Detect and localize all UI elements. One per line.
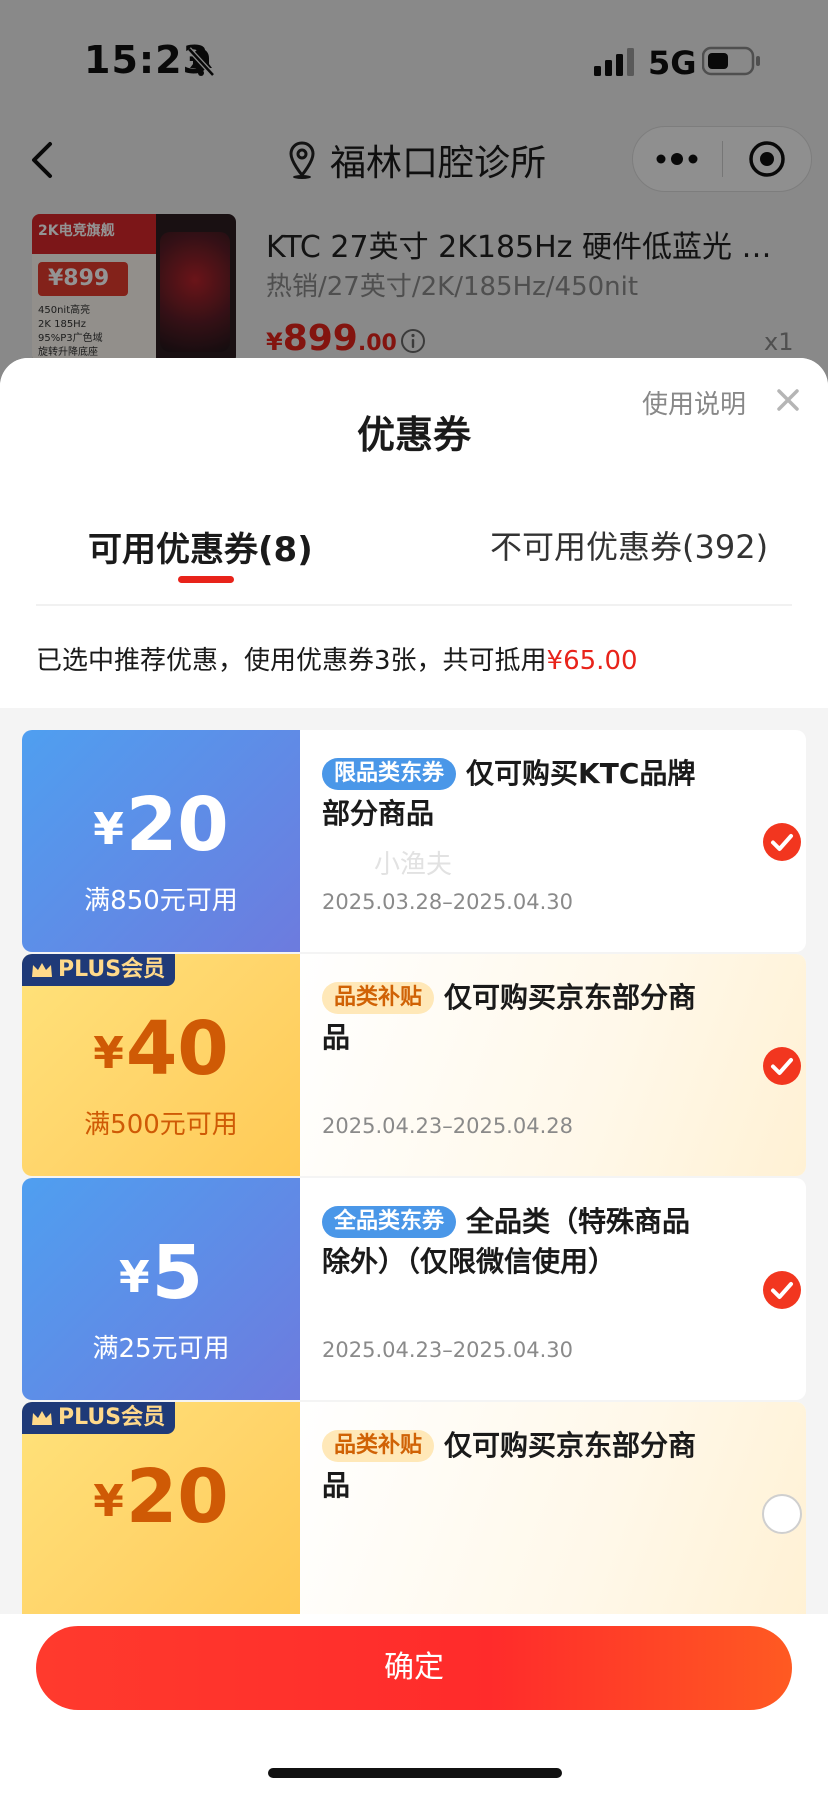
coupon-tag: 品类补贴 <box>322 1430 435 1462</box>
coupon-currency: ¥ <box>93 804 124 855</box>
coupon-amount: ¥20 <box>22 782 300 868</box>
coupon-description: 品类补贴 仅可购买京东部分商品 <box>322 1426 712 1506</box>
coupon-currency: ¥ <box>118 1252 150 1303</box>
coupon-sheet: 优惠券 使用说明 可用优惠券(8) 不可用优惠券(392) 已选中推荐优惠，使用… <box>0 358 828 1796</box>
help-link[interactable]: 使用说明 <box>642 384 746 421</box>
summary-text: 已选中推荐优惠，使用优惠券3张，共可抵用 <box>36 646 547 676</box>
coupon-amount-value: 20 <box>125 782 229 868</box>
tab-available[interactable]: 可用优惠券(8) <box>88 522 313 571</box>
coupon-currency: ¥ <box>93 1476 124 1527</box>
coupon-amount-value: 20 <box>125 1454 229 1540</box>
coupon-date: 2025.04.23–2025.04.28 <box>322 1114 573 1138</box>
sheet-header: 优惠券 使用说明 可用优惠券(8) 不可用优惠券(392) 已选中推荐优惠，使用… <box>0 358 828 708</box>
coupon-threshold: 满850元可用 <box>84 886 238 916</box>
coupon-card[interactable]: ¥20 满850元可用 限品类东券 仅可购买KTC品牌部分商品 小渔夫 2025.… <box>22 730 806 952</box>
coupon-value-panel: ¥5 满25元可用 <box>22 1178 300 1400</box>
coupon-value-panel: ¥20 满850元可用 <box>22 730 300 952</box>
coupon-info: 品类补贴 仅可购买京东部分商品 2025.04.23–2025.04.28 <box>300 954 806 1176</box>
checked-icon[interactable] <box>762 822 802 862</box>
crown-icon <box>32 963 52 977</box>
coupon-amount: ¥40 <box>22 1006 300 1092</box>
coupon-description: 全品类东券 全品类（特殊商品除外）（仅限微信使用） <box>322 1202 712 1282</box>
unchecked-circle[interactable] <box>762 1494 802 1534</box>
coupon-info: 全品类东券 全品类（特殊商品除外）（仅限微信使用） 2025.04.23–2025… <box>300 1178 806 1400</box>
checked-icon[interactable] <box>762 1270 802 1310</box>
plus-member-badge: PLUS会员 <box>22 1402 176 1434</box>
coupon-card[interactable]: PLUS会员 ¥40 满500元可用 品类补贴 仅可购买京东部分商品 2025.0… <box>22 954 806 1176</box>
plus-member-badge: PLUS会员 <box>22 954 176 986</box>
coupon-currency: ¥ <box>93 1028 124 1079</box>
coupon-amount: ¥5 <box>22 1230 300 1316</box>
tab-unavailable[interactable]: 不可用优惠券(392) <box>490 522 768 568</box>
coupon-value-panel: PLUS会员 ¥20 <box>22 1402 300 1624</box>
coupon-value-panel: PLUS会员 ¥40 满500元可用 <box>22 954 300 1176</box>
summary-amount: ¥65.00 <box>546 646 638 676</box>
coupon-threshold: 满500元可用 <box>84 1110 238 1140</box>
tab-active-indicator <box>178 576 234 583</box>
coupon-card[interactable]: PLUS会员 ¥20 品类补贴 仅可购买京东部分商品 <box>22 1402 806 1624</box>
coupon-description: 限品类东券 仅可购买KTC品牌部分商品 <box>322 754 712 834</box>
coupon-info: 限品类东券 仅可购买KTC品牌部分商品 小渔夫 2025.03.28–2025.0… <box>300 730 806 952</box>
coupon-tag: 全品类东券 <box>322 1206 457 1238</box>
coupon-description: 品类补贴 仅可购买京东部分商品 <box>322 978 712 1058</box>
coupon-amount-value: 40 <box>125 1006 229 1092</box>
home-indicator <box>268 1768 562 1778</box>
coupon-amount: ¥20 <box>22 1454 300 1540</box>
sheet-footer: 确定 <box>0 1614 828 1796</box>
coupon-tag: 品类补贴 <box>322 982 435 1014</box>
coupon-card[interactable]: ¥5 满25元可用 全品类东券 全品类（特殊商品除外）（仅限微信使用） 2025.… <box>22 1178 806 1400</box>
dim-overlay[interactable] <box>0 0 828 420</box>
coupon-date: 2025.03.28–2025.04.30 <box>322 890 573 914</box>
coupon-tag: 限品类东券 <box>322 758 457 790</box>
coupon-threshold: 满25元可用 <box>92 1334 230 1364</box>
coupon-amount-value: 5 <box>151 1230 204 1316</box>
selection-summary: 已选中推荐优惠，使用优惠券3张，共可抵用¥65.00 <box>36 640 638 677</box>
confirm-button[interactable]: 确定 <box>36 1626 792 1710</box>
crown-icon <box>32 1411 52 1425</box>
watermark-text: 小渔夫 <box>374 850 453 880</box>
checked-icon[interactable] <box>762 1046 802 1086</box>
coupon-date: 2025.04.23–2025.04.30 <box>322 1338 573 1362</box>
close-icon[interactable] <box>774 386 802 414</box>
plus-badge-label: PLUS会员 <box>58 957 166 982</box>
plus-badge-label: PLUS会员 <box>58 1405 166 1430</box>
coupon-info: 品类补贴 仅可购买京东部分商品 <box>300 1402 806 1624</box>
tab-divider <box>36 604 792 606</box>
